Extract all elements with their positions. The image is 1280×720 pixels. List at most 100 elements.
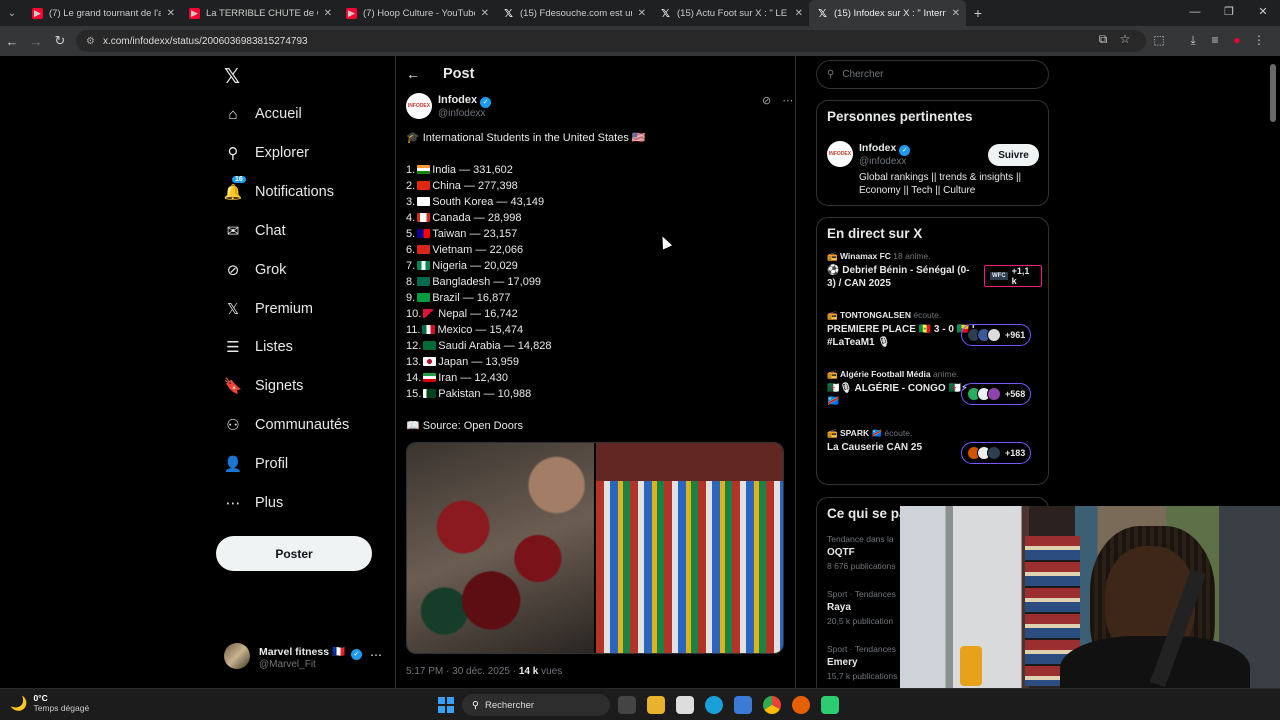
notepad-icon[interactable] <box>676 696 694 714</box>
nav-item-accueil[interactable]: ⌂ Accueil <box>224 102 301 126</box>
rank-text: Saudi Arabia — 14,828 <box>438 340 552 352</box>
firefox-icon[interactable] <box>792 696 810 714</box>
live-listeners-pill[interactable]: WFC +1,1 k <box>984 265 1042 287</box>
start-windows-icon[interactable] <box>438 697 454 713</box>
live-listeners-pill[interactable]: +183 <box>961 442 1032 464</box>
nav-item-listes[interactable]: ☰ Listes <box>224 335 293 359</box>
author-avatar[interactable]: INFODEX <box>406 93 432 119</box>
media-icon[interactable]: ≡ <box>1204 33 1226 48</box>
nav-item-profil[interactable]: 👤 Profil <box>224 452 288 476</box>
tab-search-icon[interactable]: ⌄ <box>0 1 24 25</box>
more-options-icon[interactable]: ⋯ <box>782 95 793 107</box>
browser-tab[interactable]: 𝕏 (15) Fdesouche.com est une rev ✕ <box>495 0 652 26</box>
relevant-name[interactable]: Infodex ✓ <box>859 142 911 156</box>
browser-tab[interactable]: 𝕏 (15) Actu Foot sur X : " LE TA ✕ <box>652 0 809 26</box>
scrollbar-thumb[interactable] <box>1270 64 1276 122</box>
nav-item-signets[interactable]: 🔖 Signets <box>223 374 304 398</box>
tweet-source: 📖 Source: Open Doors <box>406 420 524 432</box>
tab-close-icon[interactable]: ✕ <box>795 8 803 19</box>
profile-icon-browser[interactable]: ● <box>1226 33 1248 48</box>
timestamp-text[interactable]: 5:17 PM · 30 déc. 2025 · <box>406 666 519 677</box>
x-logo-icon[interactable]: 𝕏 <box>224 64 240 89</box>
tab-close-icon[interactable]: ✕ <box>324 8 332 19</box>
account-switcher[interactable]: Marvel fitness 🇫🇷 ✓ @Marvel_Fit ⋯ <box>224 642 384 674</box>
app-icon[interactable] <box>821 696 839 714</box>
avatar[interactable]: INFODEX <box>827 141 853 167</box>
nav-item-explorer[interactable]: ⚲ Explorer <box>224 141 310 165</box>
reload-icon[interactable]: ↻ <box>48 33 72 49</box>
url-bar[interactable]: ⚙ x.com/infodexx/status/2006036983815274… <box>76 30 1146 52</box>
relevant-handle[interactable]: @infodexx <box>859 156 906 167</box>
close-window-icon[interactable]: ✕ <box>1246 0 1280 26</box>
tab-close-icon[interactable]: ✕ <box>481 8 489 19</box>
trend-item[interactable]: Sport · Tendances Raya 20,5 k publication <box>827 589 896 626</box>
downloads-icon[interactable]: ⤓ <box>1182 33 1204 48</box>
browser-tab[interactable]: ▶ La TERRIBLE CHUTE de ONE PU ✕ <box>181 0 338 26</box>
back-icon[interactable]: ← <box>0 34 24 49</box>
bookmark-icon-glyph: 🔖 <box>223 378 243 396</box>
post-button[interactable]: Poster <box>216 536 372 571</box>
task-view-icon[interactable] <box>618 696 636 714</box>
install-app-icon[interactable]: ⧉ <box>1092 32 1114 47</box>
edge-icon[interactable] <box>705 696 723 714</box>
tab-close-icon[interactable]: ✕ <box>167 8 175 19</box>
restore-icon[interactable]: ❐ <box>1212 0 1246 26</box>
author-name[interactable]: Infodex ✓ <box>438 94 492 108</box>
tab-close-icon[interactable]: ✕ <box>952 8 960 19</box>
live-space-item[interactable]: 📻 Algérie Football Média anime. 🇩🇿🎙 ALGÉR… <box>827 369 1042 419</box>
minimize-icon[interactable]: — <box>1178 0 1212 26</box>
chrome-icon[interactable] <box>763 696 781 714</box>
follow-button[interactable]: Suivre <box>988 144 1039 166</box>
weather-widget[interactable]: 🌙 0°C Temps dégagé <box>10 693 89 713</box>
tweet-media[interactable] <box>406 442 784 654</box>
ranking-row: 5. Taiwan — 23,157 <box>406 226 786 242</box>
live-space-item[interactable]: 📻 Winamax FC 18 anime. ⚽ Debrief Bénin - … <box>827 251 1042 301</box>
search-input[interactable]: ⚲ Chercher <box>816 60 1049 89</box>
more-dots-icon[interactable]: ⋯ <box>370 648 382 662</box>
rank-text: China — 277,398 <box>432 180 518 192</box>
bangladesh-flag-icon <box>417 277 431 286</box>
new-tab-button[interactable]: + <box>966 5 990 21</box>
verified-icon: ✓ <box>899 145 911 156</box>
students-crowd-image[interactable] <box>596 443 783 653</box>
divider <box>795 56 796 688</box>
tweet-text: 🎓 International Students in the United S… <box>406 130 786 434</box>
nav-item-communautés[interactable]: ⚇ Communautés <box>224 413 349 437</box>
trend-item[interactable]: Tendance dans la OQTF 8 676 publications <box>827 534 896 571</box>
rank-text: Brazil — 16,877 <box>432 292 511 304</box>
nav-item-plus[interactable]: ⋯ Plus <box>224 491 284 515</box>
live-space-item[interactable]: 📻 SPARK 🇨🇩 écoute. La Causerie CAN 25 +183 <box>827 428 1042 478</box>
nav-item-premium[interactable]: 𝕏 Premium <box>224 297 313 321</box>
avatar <box>224 643 250 669</box>
browser-tab[interactable]: ▶ (7) Hoop Culture - YouTube ✕ <box>338 0 495 26</box>
live-space-item[interactable]: 📻 TONTONGALSEN écoute. PREMIERE PLACE 🇸🇳 … <box>827 310 1042 360</box>
browser-tab[interactable]: 𝕏 (15) Infodex sur X : " Interna ✕ <box>809 0 966 26</box>
taskbar-search[interactable]: ⚲ Rechercher <box>462 694 610 716</box>
live-listeners-pill[interactable]: +568 <box>961 383 1032 405</box>
nav-item-notifications[interactable]: 🔔 16 Notifications <box>224 175 334 204</box>
passports-image[interactable] <box>407 443 596 653</box>
grok-icon: ⊘ <box>224 261 242 279</box>
author-handle[interactable]: @infodexx <box>438 108 485 119</box>
store-icon[interactable] <box>734 696 752 714</box>
vietnam-flag-icon <box>417 245 431 254</box>
nav-item-chat[interactable]: ✉ Chat <box>224 219 286 243</box>
grok-icon[interactable]: ⊘ <box>762 95 771 107</box>
bookmark-star-icon[interactable]: ☆ <box>1114 32 1136 47</box>
browser-tab[interactable]: ▶ (7) Le grand tournant de l'anim ✕ <box>24 0 181 26</box>
page-title: Post <box>443 66 475 82</box>
tab-close-icon[interactable]: ✕ <box>638 8 646 19</box>
site-info-icon[interactable]: ⚙ <box>86 36 95 47</box>
youtube-icon: ▶ <box>189 7 200 19</box>
nav-item-grok[interactable]: ⊘ Grok <box>224 258 287 282</box>
back-arrow-icon[interactable]: ← <box>406 66 426 82</box>
home-icon: ⌂ <box>224 105 242 123</box>
trend-item[interactable]: Sport · Tendances Emery 15,7 k publication… <box>827 644 897 681</box>
browser-menu-icon[interactable]: ⋮ <box>1248 33 1270 48</box>
file-explorer-icon[interactable] <box>647 696 665 714</box>
forward-icon[interactable]: → <box>24 34 48 49</box>
extensions-icon[interactable]: ⬚ <box>1148 33 1170 48</box>
ranking-row: 11. Mexico — 15,474 <box>406 322 786 338</box>
live-listeners-pill[interactable]: +961 <box>961 324 1032 346</box>
nigeria-flag-icon <box>417 261 431 270</box>
